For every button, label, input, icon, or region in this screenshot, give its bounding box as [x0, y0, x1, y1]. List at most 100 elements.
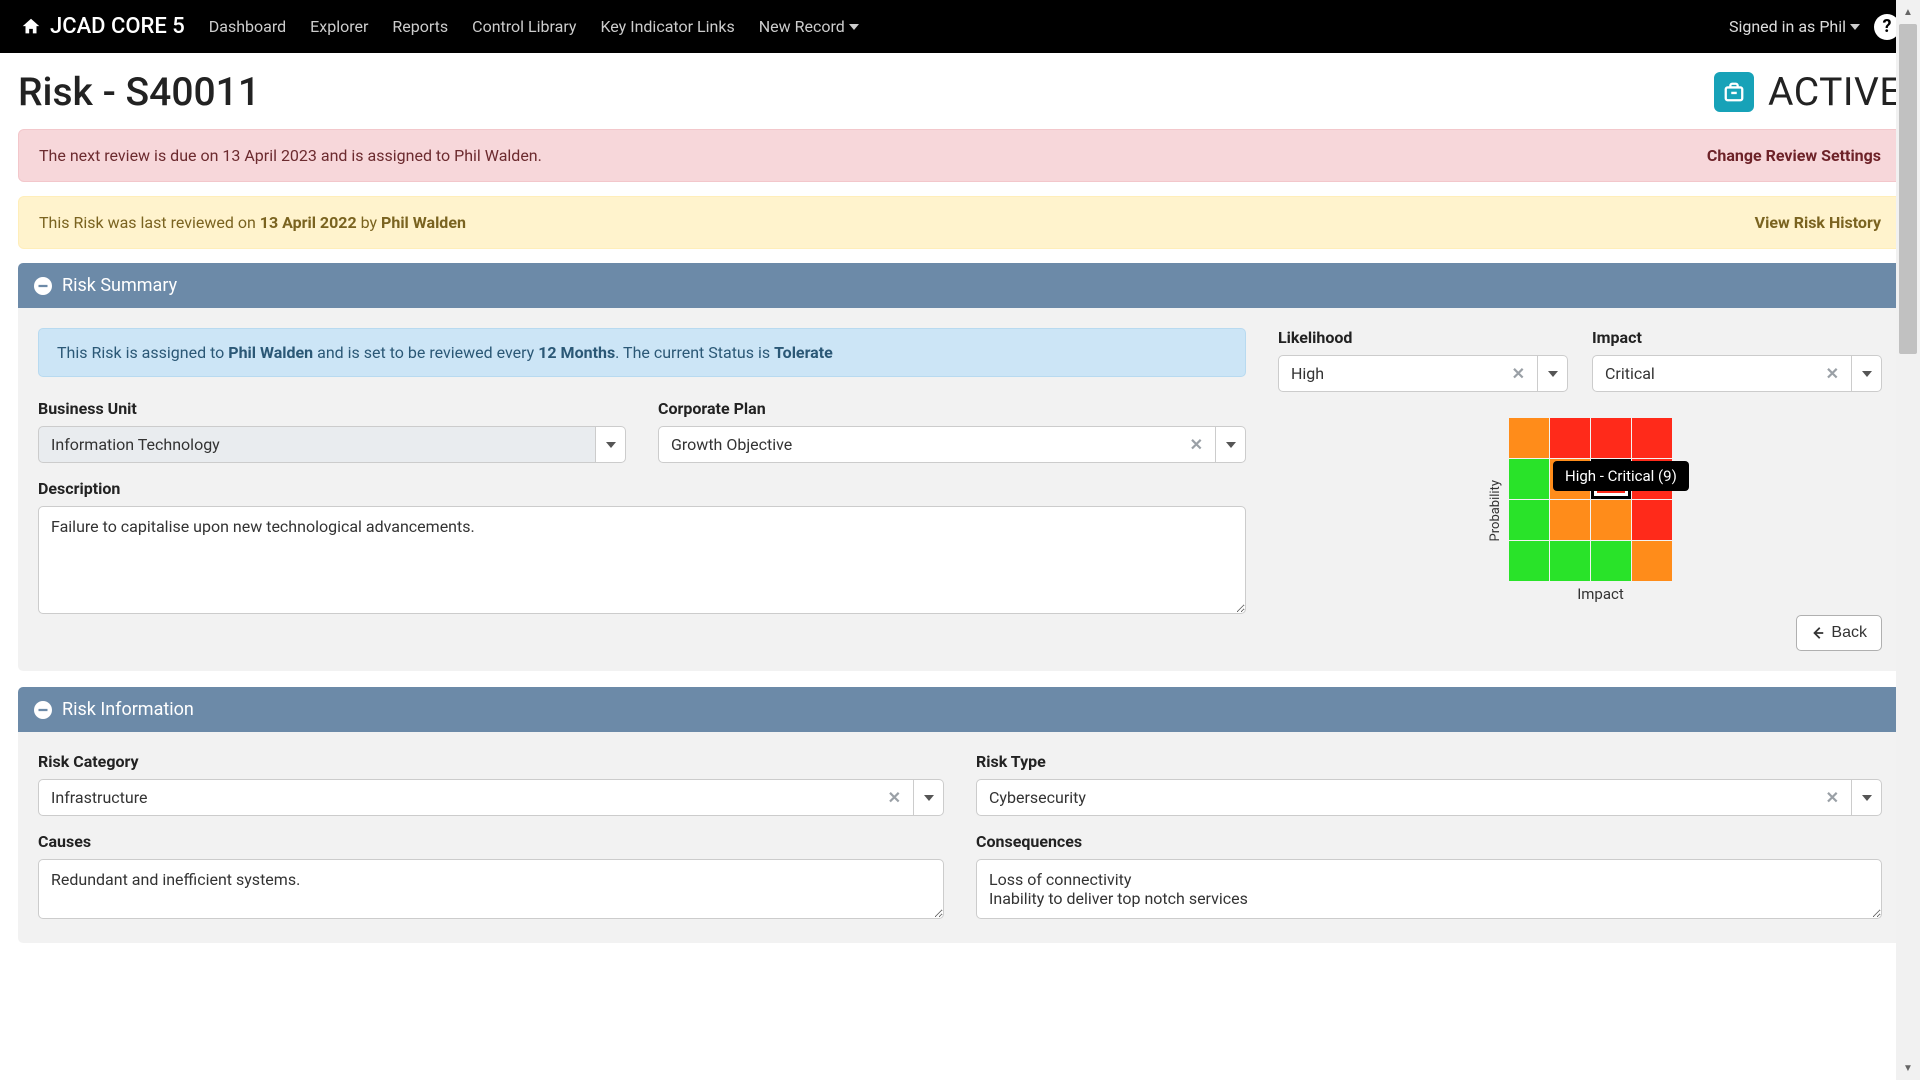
heatmap-cell[interactable] [1550, 418, 1590, 458]
signin-user: Phil [1819, 17, 1846, 36]
risk-info-body: Risk Category Infrastructure ✕ [18, 732, 1902, 943]
risk-heatmap[interactable]: High - Critical (9) [1509, 418, 1672, 581]
type-label: Risk Type [976, 752, 1882, 771]
type-select[interactable]: Cybersecurity ✕ [976, 779, 1882, 816]
causes-textarea[interactable] [38, 859, 944, 919]
nav-new-record-label: New Record [759, 17, 845, 36]
signin-menu[interactable]: Signed in as Phil [1729, 17, 1860, 36]
category-value: Infrastructure ✕ [38, 779, 914, 816]
risk-summary-panel: Risk Summary This Risk is assigned to Ph… [18, 263, 1902, 671]
cp-label: Corporate Plan [658, 399, 1246, 418]
heatmap-cell[interactable] [1632, 541, 1672, 581]
nav-explorer[interactable]: Explorer [310, 17, 368, 36]
chevron-down-icon[interactable] [914, 779, 944, 816]
page-title: Risk - S40011 [18, 69, 260, 115]
chevron-down-icon[interactable] [1216, 426, 1246, 463]
nav-links: Dashboard Explorer Reports Control Libra… [209, 17, 859, 36]
heatmap-cell[interactable] [1509, 459, 1549, 499]
brand[interactable]: JCAD CORE 5 [20, 14, 185, 39]
consequences-label: Consequences [976, 832, 1882, 851]
view-history-link[interactable]: View Risk History [1755, 213, 1881, 232]
risk-summary-header[interactable]: Risk Summary [18, 263, 1902, 308]
scroll-thumb[interactable] [1899, 24, 1917, 354]
heatmap-cell[interactable] [1591, 500, 1631, 540]
clear-icon[interactable]: ✕ [888, 788, 901, 807]
page-header: Risk - S40011 ACTIVE [18, 69, 1902, 115]
impact-value: Critical ✕ [1592, 355, 1852, 392]
caret-down-icon [1850, 24, 1860, 30]
category-label: Risk Category [38, 752, 944, 771]
brand-text: JCAD CORE 5 [50, 14, 185, 39]
risk-summary-title: Risk Summary [62, 275, 177, 296]
heatmap-cell[interactable] [1591, 418, 1631, 458]
collapse-icon [34, 277, 52, 295]
clear-icon[interactable]: ✕ [1826, 788, 1839, 807]
navbar-right: Signed in as Phil ? [1729, 14, 1900, 40]
impact-select[interactable]: Critical ✕ [1592, 355, 1882, 392]
heatmap-cell[interactable] [1509, 418, 1549, 458]
heatmap-tooltip: High - Critical (9) [1553, 461, 1689, 491]
scroll-track[interactable] [1896, 24, 1920, 1056]
chevron-down-icon[interactable] [1852, 779, 1882, 816]
scroll-down-icon[interactable]: ▼ [1896, 1056, 1920, 1080]
heatmap-x-label: Impact [1529, 585, 1672, 603]
description-textarea[interactable] [38, 506, 1246, 614]
caret-down-icon [849, 24, 859, 30]
top-navbar: JCAD CORE 5 Dashboard Explorer Reports C… [0, 0, 1920, 53]
change-review-link[interactable]: Change Review Settings [1707, 146, 1881, 165]
heatmap-cell[interactable] [1550, 500, 1590, 540]
heatmap-cell[interactable] [1632, 418, 1672, 458]
heatmap-container: Probability High - Critical (9) Impact [1278, 418, 1882, 603]
review-alert: The next review is due on 13 April 2023 … [18, 129, 1902, 182]
home-icon [20, 16, 42, 38]
vertical-scrollbar[interactable]: ▲ ▼ [1896, 0, 1920, 1080]
nav-new-record[interactable]: New Record [759, 17, 859, 36]
heatmap-cell[interactable] [1591, 541, 1631, 581]
nav-key-indicator-links[interactable]: Key Indicator Links [600, 17, 734, 36]
heatmap-cell[interactable] [1632, 500, 1672, 540]
back-button[interactable]: Back [1796, 615, 1882, 651]
page-content: Risk - S40011 ACTIVE The next review is … [0, 53, 1920, 943]
chevron-down-icon[interactable] [596, 426, 626, 463]
collapse-icon [34, 701, 52, 719]
back-button-label: Back [1831, 624, 1867, 642]
cp-select[interactable]: Growth Objective ✕ [658, 426, 1246, 463]
clear-icon[interactable]: ✕ [1826, 364, 1839, 383]
archive-icon [1723, 81, 1745, 103]
likelihood-value: High ✕ [1278, 355, 1538, 392]
status-block: ACTIVE [1714, 69, 1902, 115]
signin-prefix: Signed in as [1729, 17, 1815, 36]
cp-value: Growth Objective ✕ [658, 426, 1216, 463]
type-value: Cybersecurity ✕ [976, 779, 1852, 816]
heatmap-cell[interactable] [1550, 541, 1590, 581]
arrow-left-icon [1811, 626, 1825, 640]
risk-info-panel: Risk Information Risk Category Infrastru… [18, 687, 1902, 943]
nav-control-library[interactable]: Control Library [472, 17, 576, 36]
heatmap-cell[interactable] [1509, 500, 1549, 540]
chevron-down-icon[interactable] [1852, 355, 1882, 392]
nav-dashboard[interactable]: Dashboard [209, 17, 286, 36]
nav-reports[interactable]: Reports [392, 17, 448, 36]
impact-label: Impact [1592, 328, 1882, 347]
desc-label: Description [38, 479, 1246, 498]
review-alert-text: The next review is due on 13 April 2023 … [39, 146, 542, 165]
likelihood-label: Likelihood [1278, 328, 1568, 347]
clear-icon[interactable]: ✕ [1512, 364, 1525, 383]
causes-label: Causes [38, 832, 944, 851]
status-label: ACTIVE [1768, 69, 1902, 115]
history-alert: This Risk was last reviewed on 13 April … [18, 196, 1902, 249]
scroll-up-icon[interactable]: ▲ [1896, 0, 1920, 24]
consequences-textarea[interactable] [976, 859, 1882, 919]
archive-button[interactable] [1714, 72, 1754, 112]
category-select[interactable]: Infrastructure ✕ [38, 779, 944, 816]
likelihood-select[interactable]: High ✕ [1278, 355, 1568, 392]
heatmap-cell[interactable] [1509, 541, 1549, 581]
bu-select[interactable]: Information Technology [38, 426, 626, 463]
history-alert-text: This Risk was last reviewed on 13 April … [39, 213, 466, 232]
bu-value: Information Technology [38, 426, 596, 463]
risk-info-title: Risk Information [62, 699, 194, 720]
clear-icon[interactable]: ✕ [1190, 435, 1203, 454]
risk-info-header[interactable]: Risk Information [18, 687, 1902, 732]
chevron-down-icon[interactable] [1538, 355, 1568, 392]
bu-label: Business Unit [38, 399, 626, 418]
